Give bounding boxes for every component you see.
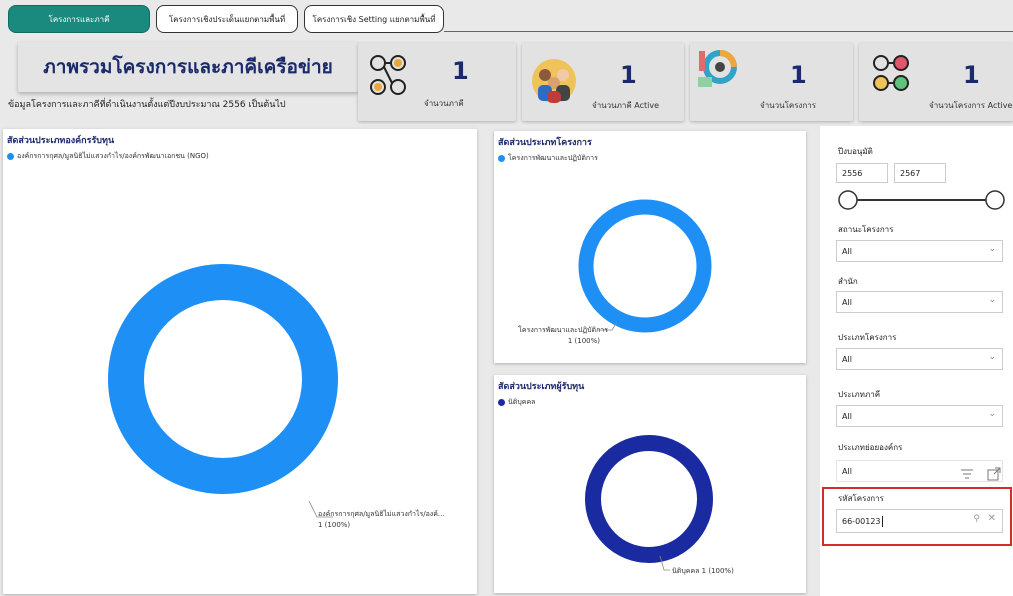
header: ภาพรวมโครงการและภาคีเครือข่าย ข้อมูลโครง… (8, 42, 358, 120)
partner-type-filter-label: ประเภทภาคี (838, 390, 881, 399)
kpi-card-projects: 1 จำนวนโครงการ (690, 43, 853, 121)
partner-type-select-value: All (842, 411, 852, 421)
expand-icon[interactable] (987, 467, 1001, 481)
year-slider-handle-start[interactable] (838, 190, 858, 210)
tab-divider (444, 31, 1013, 32)
project-type-filter-label: ประเภทโครงการ (838, 333, 897, 342)
donut-slice-dev-ops (578, 199, 712, 333)
kpi-card-projects-active: 1 จำนวนโครงการ Active (859, 43, 1013, 121)
chart-project-type-data-value: 1 (100%) (567, 337, 600, 345)
tab-projects-partners[interactable]: โครงการและภาคี (8, 5, 150, 33)
status-select-value: All (842, 246, 852, 256)
chart-org-type-data-value: 1 (100%) (318, 521, 351, 529)
kpi-projects-label: จำนวนโครงการ (760, 101, 817, 110)
kpi-card-partners-active: 1 จำนวนภาคี Active (522, 43, 684, 121)
kpi-partners-value: 1 (452, 57, 469, 85)
project-exchange-icon (873, 55, 909, 91)
chevron-down-icon: ⌄ (988, 352, 996, 362)
team-people-icon (532, 59, 576, 103)
donut-org-type (108, 264, 338, 518)
year-from-input[interactable]: 2556 (836, 163, 888, 183)
chart-recipient-type: สัดส่วนประเภทผู้รับทุน นิติบุคคล นิติบุค… (494, 375, 806, 593)
project-code-highlight-box (822, 487, 1012, 546)
office-select[interactable]: All ⌄ (836, 291, 1003, 313)
kpi-projects-active-label: จำนวนโครงการ Active (929, 101, 1013, 110)
chevron-down-icon: ⌄ (988, 409, 996, 419)
org-subtype-select-value: All (842, 466, 852, 476)
kpi-partners-active-label: จำนวนภาคี Active (592, 101, 660, 110)
chevron-down-icon: ⌄ (988, 295, 996, 305)
donut-recipient-type (585, 435, 713, 571)
status-select[interactable]: All ⌄ (836, 240, 1003, 262)
page-title: ภาพรวมโครงการและภาคีเครือข่าย (18, 42, 358, 92)
network-people-icon (370, 55, 406, 95)
tab-issue-by-area[interactable]: โครงการเชิงประเด็นแยกตามพื้นที่ (156, 5, 298, 33)
year-to-input[interactable]: 2567 (894, 163, 946, 183)
org-subtype-filter-label: ประเภทย่อยองค์กร (838, 443, 903, 452)
chart-project-type-data-label: โครงการพัฒนาและปฏิบัติการ (518, 326, 608, 334)
page-subtitle: ข้อมูลโครงการและภาคีที่ดำเนินงานตั้งแต่ป… (8, 100, 286, 110)
office-filter-label: สำนัก (838, 277, 858, 286)
office-select-value: All (842, 297, 852, 307)
partner-type-select[interactable]: All ⌄ (836, 405, 1003, 427)
status-filter-label: สถานะโครงการ (838, 225, 894, 234)
project-type-select-value: All (842, 354, 852, 364)
org-subtype-select[interactable]: All (836, 460, 1003, 482)
year-slider-handle-end[interactable] (985, 190, 1005, 210)
chart-recipient-type-data-label: นิติบุคคล 1 (100%) (672, 567, 734, 575)
project-type-select[interactable]: All ⌄ (836, 348, 1003, 370)
kpi-partners-active-value: 1 (620, 61, 637, 89)
donut-slice-juristic (585, 435, 713, 563)
project-dashboard-icon (698, 50, 737, 87)
kpi-card-partners: 1 จำนวนภาคี (358, 43, 516, 121)
year-range-slider[interactable] (820, 189, 1013, 211)
kpi-partners-label: จำนวนภาคี (424, 99, 464, 108)
kpi-projects-active-value: 1 (963, 61, 980, 89)
tab-setting-by-area[interactable]: โครงการเชิง Setting แยกตามพื้นที่ (304, 5, 444, 33)
chart-org-type: สัดส่วนประเภทองค์กรรับทุน องค์กรการกุศล/… (3, 129, 477, 594)
chevron-down-icon: ⌄ (988, 244, 996, 254)
year-filter-label: ปีงบอนุมัติ (838, 147, 873, 156)
chart-project-type: สัดส่วนประเภทโครงการ โครงการพัฒนาและปฏิบ… (494, 131, 806, 363)
kpi-projects-value: 1 (790, 61, 807, 89)
donut-slice-ngo (108, 264, 338, 494)
chart-org-type-data-label: องค์กรการกุศล/มูลนิธิไม่แสวงกำไร/องค์... (318, 510, 445, 518)
filter-lines-icon[interactable] (960, 468, 974, 480)
